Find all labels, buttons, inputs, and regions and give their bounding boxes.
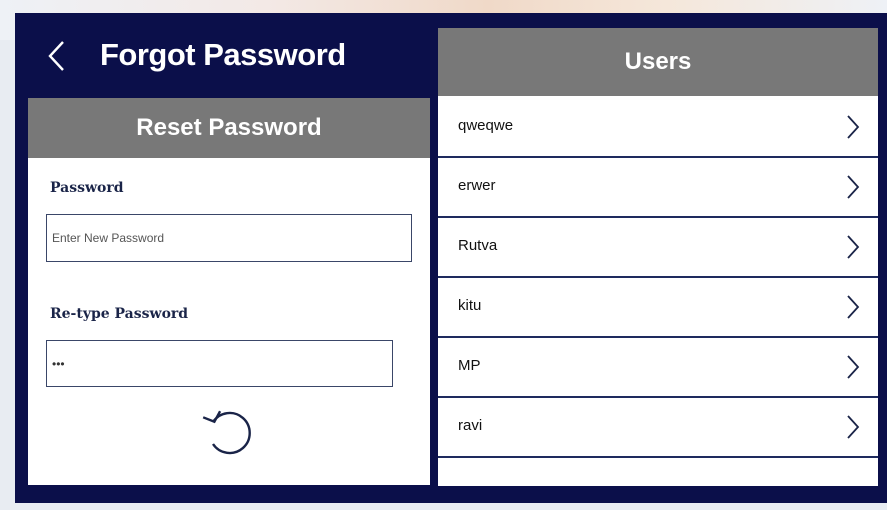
- reset-password-header: Reset Password: [28, 98, 430, 158]
- new-password-input[interactable]: [46, 214, 412, 262]
- chevron-right-icon[interactable]: [846, 414, 860, 440]
- user-name: MP: [458, 357, 481, 374]
- user-name: ravi: [458, 417, 483, 434]
- undo-icon[interactable]: [200, 404, 256, 460]
- list-item[interactable]: kitu: [438, 278, 878, 338]
- user-name: kitu: [458, 297, 482, 314]
- chevron-right-icon[interactable]: [846, 114, 860, 140]
- list-item[interactable]: Rutva: [438, 218, 878, 278]
- user-name: erwer: [458, 177, 496, 194]
- user-name: Rutva: [458, 237, 498, 254]
- retype-password-input[interactable]: [46, 340, 393, 387]
- users-list: qweqwe erwer Rutva kitu MP ravi: [438, 98, 878, 458]
- list-item[interactable]: ravi: [438, 398, 878, 458]
- users-header: Users: [438, 28, 878, 96]
- list-item[interactable]: erwer: [438, 158, 878, 218]
- user-name: qweqwe: [458, 117, 514, 134]
- chevron-right-icon[interactable]: [846, 294, 860, 320]
- list-item[interactable]: qweqwe: [438, 98, 878, 158]
- password-label: Password: [50, 180, 124, 196]
- retype-password-label: Re-type Password: [50, 306, 189, 322]
- list-item[interactable]: MP: [438, 338, 878, 398]
- page-title: Forgot Password: [100, 37, 346, 72]
- chevron-right-icon[interactable]: [846, 234, 860, 260]
- chevron-left-icon[interactable]: [44, 38, 70, 74]
- chevron-right-icon[interactable]: [846, 174, 860, 200]
- chevron-right-icon[interactable]: [846, 354, 860, 380]
